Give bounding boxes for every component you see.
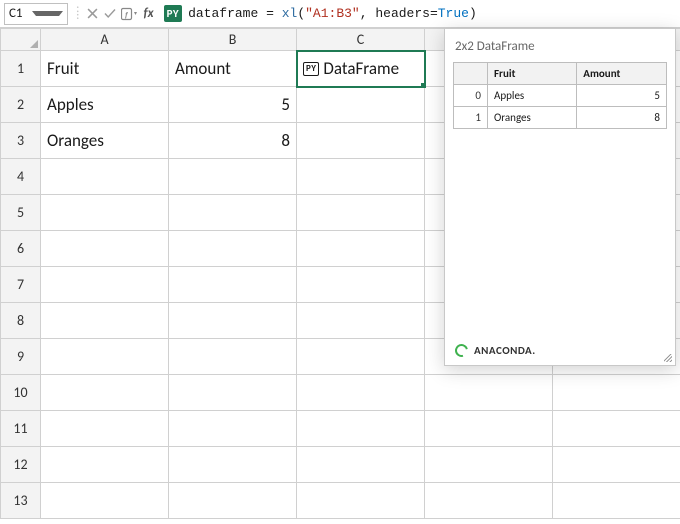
cell-B10[interactable] bbox=[169, 375, 297, 411]
cell-B11[interactable] bbox=[169, 411, 297, 447]
name-box-value: C1 bbox=[9, 6, 32, 21]
df-row: 1 Oranges 8 bbox=[454, 107, 667, 129]
name-box[interactable]: C1 bbox=[4, 3, 68, 25]
df-header-amount: Amount bbox=[577, 63, 667, 85]
accept-icon[interactable] bbox=[102, 6, 118, 22]
anaconda-icon bbox=[453, 342, 471, 360]
cell-C1-label: DataFrame bbox=[323, 58, 399, 79]
cell-E10[interactable] bbox=[553, 375, 680, 411]
cell-A4[interactable] bbox=[41, 159, 169, 195]
cell-D10[interactable] bbox=[425, 375, 553, 411]
row-header-13[interactable]: 13 bbox=[1, 483, 41, 519]
cell-C9[interactable] bbox=[297, 339, 425, 375]
python-badge: PY bbox=[164, 5, 183, 22]
cell-B3[interactable]: 8 bbox=[169, 123, 297, 159]
separator: ⁞ bbox=[72, 6, 83, 21]
cell-E13[interactable] bbox=[553, 483, 680, 519]
resize-grip-icon[interactable] bbox=[664, 354, 672, 362]
row-header-12[interactable]: 12 bbox=[1, 447, 41, 483]
cell-B13[interactable] bbox=[169, 483, 297, 519]
formula-input[interactable]: dataframe = xl("A1:B3", headers=True) bbox=[182, 6, 477, 21]
cell-B5[interactable] bbox=[169, 195, 297, 231]
cell-C3[interactable] bbox=[297, 123, 425, 159]
cell-A5[interactable] bbox=[41, 195, 169, 231]
df-index: 1 bbox=[454, 107, 488, 129]
cell-A10[interactable] bbox=[41, 375, 169, 411]
dataframe-preview-card: 2x2 DataFrame Fruit Amount 0 Apples 5 1 … bbox=[444, 28, 676, 366]
cell-A9[interactable] bbox=[41, 339, 169, 375]
card-title: 2x2 DataFrame bbox=[455, 39, 667, 54]
col-header-A[interactable]: A bbox=[41, 29, 169, 51]
row-header-10[interactable]: 10 bbox=[1, 375, 41, 411]
cell-D11[interactable] bbox=[425, 411, 553, 447]
anaconda-footer: ANACONDA. bbox=[455, 344, 536, 357]
row-header-2[interactable]: 2 bbox=[1, 87, 41, 123]
row-header-8[interactable]: 8 bbox=[1, 303, 41, 339]
cell-A1[interactable]: Fruit bbox=[41, 51, 169, 87]
col-header-C[interactable]: C bbox=[297, 29, 425, 51]
cell-A6[interactable] bbox=[41, 231, 169, 267]
row-header-6[interactable]: 6 bbox=[1, 231, 41, 267]
dataframe-table: Fruit Amount 0 Apples 5 1 Oranges 8 bbox=[453, 62, 667, 129]
fx-icon[interactable]: fx bbox=[141, 6, 157, 21]
row-header-11[interactable]: 11 bbox=[1, 411, 41, 447]
df-header-index bbox=[454, 63, 488, 85]
cell-B8[interactable] bbox=[169, 303, 297, 339]
cell-C2[interactable] bbox=[297, 87, 425, 123]
cell-C1[interactable]: PY DataFrame bbox=[297, 51, 425, 87]
cell-C8[interactable] bbox=[297, 303, 425, 339]
anaconda-label: ANACONDA. bbox=[474, 344, 536, 357]
row-header-7[interactable]: 7 bbox=[1, 267, 41, 303]
df-fruit: Apples bbox=[488, 85, 577, 107]
cell-C11[interactable] bbox=[297, 411, 425, 447]
cell-C5[interactable] bbox=[297, 195, 425, 231]
cell-A12[interactable] bbox=[41, 447, 169, 483]
python-chip-icon: PY bbox=[303, 62, 319, 76]
cell-C13[interactable] bbox=[297, 483, 425, 519]
cell-C4[interactable] bbox=[297, 159, 425, 195]
svg-text:ƒ: ƒ bbox=[125, 12, 129, 19]
df-index: 0 bbox=[454, 85, 488, 107]
cell-A11[interactable] bbox=[41, 411, 169, 447]
df-fruit: Oranges bbox=[488, 107, 577, 129]
row-header-1[interactable]: 1 bbox=[1, 51, 41, 87]
row-header-5[interactable]: 5 bbox=[1, 195, 41, 231]
cell-A3[interactable]: Oranges bbox=[41, 123, 169, 159]
cell-D13[interactable] bbox=[425, 483, 553, 519]
select-all-corner[interactable] bbox=[1, 29, 41, 51]
formula-bar: C1 ⁞ ƒ fx PY dataframe = xl("A1:B3", hea… bbox=[0, 0, 680, 28]
cancel-icon[interactable] bbox=[84, 6, 100, 22]
cell-D12[interactable] bbox=[425, 447, 553, 483]
cell-A13[interactable] bbox=[41, 483, 169, 519]
cell-A7[interactable] bbox=[41, 267, 169, 303]
cell-B4[interactable] bbox=[169, 159, 297, 195]
cell-B12[interactable] bbox=[169, 447, 297, 483]
cell-E11[interactable] bbox=[553, 411, 680, 447]
row-header-3[interactable]: 3 bbox=[1, 123, 41, 159]
col-header-B[interactable]: B bbox=[169, 29, 297, 51]
df-amount: 5 bbox=[577, 85, 667, 107]
cell-C10[interactable] bbox=[297, 375, 425, 411]
cell-A2[interactable]: Apples bbox=[41, 87, 169, 123]
cell-A8[interactable] bbox=[41, 303, 169, 339]
row-header-4[interactable]: 4 bbox=[1, 159, 41, 195]
cell-C12[interactable] bbox=[297, 447, 425, 483]
cell-C6[interactable] bbox=[297, 231, 425, 267]
df-row: 0 Apples 5 bbox=[454, 85, 667, 107]
cell-C7[interactable] bbox=[297, 267, 425, 303]
chevron-down-icon bbox=[32, 11, 63, 16]
df-amount: 8 bbox=[577, 107, 667, 129]
cell-B1[interactable]: Amount bbox=[169, 51, 297, 87]
py-dropdown-icon[interactable]: ƒ bbox=[120, 6, 140, 22]
cell-B7[interactable] bbox=[169, 267, 297, 303]
cell-B2[interactable]: 5 bbox=[169, 87, 297, 123]
cell-E12[interactable] bbox=[553, 447, 680, 483]
cell-B9[interactable] bbox=[169, 339, 297, 375]
cell-B6[interactable] bbox=[169, 231, 297, 267]
df-header-fruit: Fruit bbox=[488, 63, 577, 85]
row-header-9[interactable]: 9 bbox=[1, 339, 41, 375]
